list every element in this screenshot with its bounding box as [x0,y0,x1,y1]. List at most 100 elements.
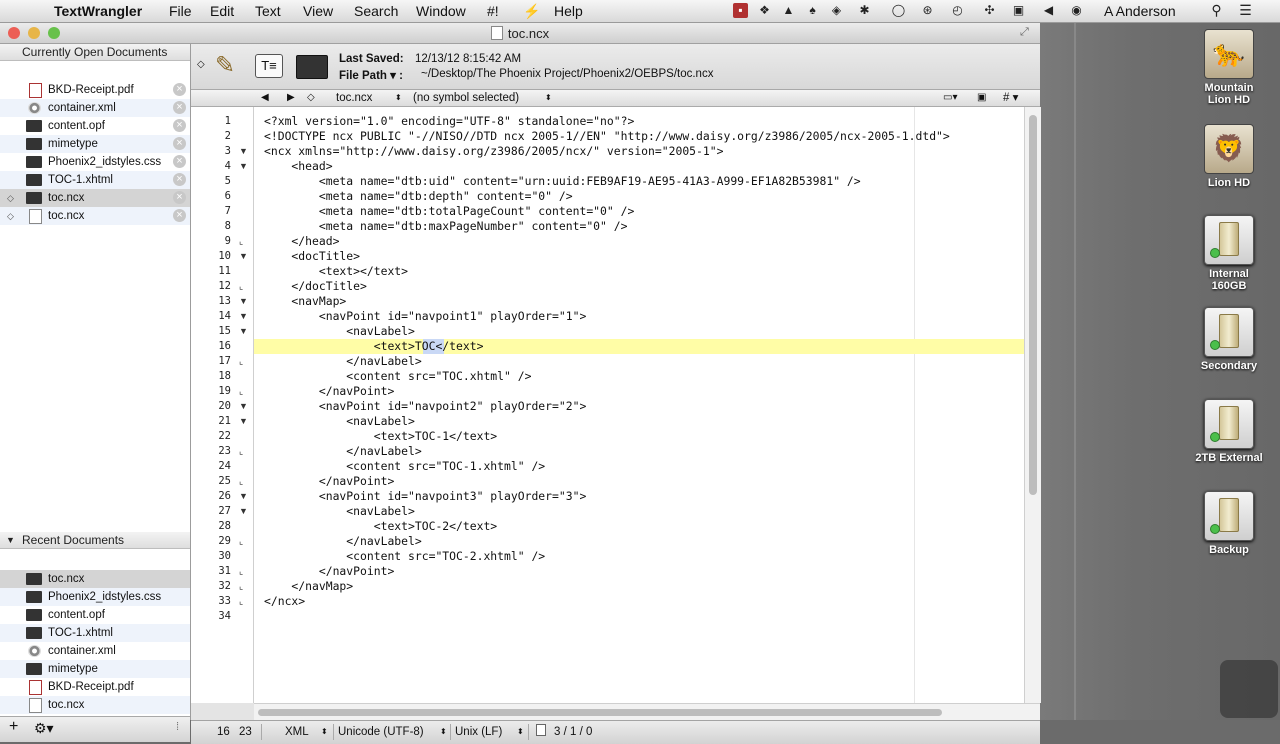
fold-end-icon[interactable]: ⌞ [239,281,243,292]
document-item[interactable]: mimetype × [0,135,190,153]
document-item[interactable]: content.opf × [0,117,190,135]
fold-open-icon[interactable]: ▼ [239,251,248,261]
document-item[interactable]: Phoenix2_idstyles.css × [0,153,190,171]
bluetooth-icon[interactable]: ✣ [982,3,997,18]
language-popup[interactable]: XML ⬍ [285,721,328,743]
menu-window[interactable]: Window [416,3,466,19]
fold-end-icon[interactable]: ⌞ [239,566,243,577]
forward-arrow-icon[interactable]: ▶ [287,90,295,106]
resize-handle-icon[interactable]: ⁞ [176,721,179,733]
fold-end-icon[interactable]: ⌞ [239,536,243,547]
user-menu[interactable]: A Anderson [1104,3,1176,19]
scroll-thumb[interactable] [258,709,942,716]
fold-open-icon[interactable]: ▼ [239,416,248,426]
document-item[interactable]: BKD-Receipt.pdf × [0,81,190,99]
notification-center-icon[interactable]: ☰ [1238,3,1253,18]
document-item[interactable]: toc.ncx [0,696,190,714]
back-arrow-icon[interactable]: ◀ [261,90,269,106]
fold-end-icon[interactable]: ⌞ [239,596,243,607]
menu-help[interactable]: Help [554,3,583,19]
vertical-scrollbar[interactable] [1024,107,1041,703]
disclosure-triangle-icon[interactable]: ▼ [6,532,15,548]
accessibility-icon[interactable]: ⊛ [920,3,935,18]
menu-edit[interactable]: Edit [210,3,234,19]
desktop-icon-2tb-external[interactable]: 2TB External [1189,399,1269,464]
document-item[interactable]: container.xml × [0,99,190,117]
fold-end-icon[interactable]: ⌞ [239,476,243,487]
time-machine-icon[interactable]: ◴ [950,3,965,18]
document-item[interactable]: content.opf [0,606,190,624]
document-item[interactable]: BKD-Receipt.pdf [0,678,190,696]
document-item[interactable]: mimetype [0,660,190,678]
fold-open-icon[interactable]: ▼ [239,311,248,321]
fullscreen-icon[interactable]: ⤢ [1020,26,1029,39]
document-item[interactable]: toc.ncx [0,570,190,588]
text-editor[interactable]: <?xml version="1.0" encoding="UTF-8" sta… [254,107,1024,703]
close-document-icon[interactable]: × [173,119,186,132]
document-item[interactable]: TOC-1.xhtml × [0,171,190,189]
add-icon[interactable]: + [9,718,18,736]
fold-end-icon[interactable]: ⌞ [239,446,243,457]
document-item[interactable]: container.xml [0,642,190,660]
sync-icon[interactable]: ◉ [1069,3,1084,18]
close-document-icon[interactable]: × [173,137,186,150]
close-document-icon[interactable]: × [173,191,186,204]
desktop-icon-lion-hd[interactable]: 🦁 Lion HD [1189,124,1269,189]
desktop-icon-backup[interactable]: Backup [1189,491,1269,556]
menu-search[interactable]: Search [354,3,398,19]
title-bar[interactable]: toc.ncx ⤢ [0,23,1040,44]
fold-open-icon[interactable]: ▼ [239,161,248,171]
document-item[interactable]: ◇ toc.ncx × [0,207,190,225]
fold-open-icon[interactable]: ▼ [239,146,248,156]
dropbox-icon[interactable]: ❖ [757,3,772,18]
message-icon[interactable]: ◯ [891,3,906,18]
menu-scripts[interactable]: #! [487,3,499,19]
file-path-label[interactable]: File Path ▾ : [339,68,403,82]
scroll-thumb[interactable] [1029,115,1037,495]
encoding-popup[interactable]: Unicode (UTF-8) ⬍ [338,721,448,743]
desktop-icon-internal-160gb[interactable]: Internal 160GB [1189,215,1269,292]
close-document-icon[interactable]: × [173,83,186,96]
document-proxy-icon[interactable] [490,26,503,40]
recent-documents-header[interactable]: ▼ Recent Documents [0,532,190,549]
text-options-icon[interactable]: T≡ [255,54,283,78]
screen-icon[interactable]: ▣ [1011,3,1026,18]
fold-open-icon[interactable]: ▼ [239,506,248,516]
volume-icon[interactable]: ◀ [1041,3,1056,18]
close-document-icon[interactable]: × [173,101,186,114]
fold-open-icon[interactable]: ▼ [239,491,248,501]
document-item[interactable]: Phoenix2_idstyles.css [0,588,190,606]
menu-file[interactable]: File [169,3,192,19]
fold-open-icon[interactable]: ▼ [239,326,248,336]
markers-popup[interactable]: # ▾ [1003,90,1018,106]
scripts-menu-icon[interactable]: ⚡ [523,3,540,20]
close-document-icon[interactable]: × [173,173,186,186]
horizontal-scrollbar[interactable] [254,703,1040,720]
fold-open-icon[interactable]: ▼ [239,296,248,306]
menu-view[interactable]: View [303,3,333,19]
shield-icon[interactable]: ◈ [829,3,844,18]
fold-end-icon[interactable]: ⌞ [239,386,243,397]
pencil-icon[interactable]: ✎ [215,51,235,80]
window-icon[interactable]: ▣ [977,90,986,106]
document-stats[interactable]: 3 / 1 / 0 [536,721,592,743]
line-endings-popup[interactable]: Unix (LF) ⬍ [455,721,525,743]
menu-text[interactable]: Text [255,3,281,19]
desktop-icon-secondary[interactable]: Secondary [1189,307,1269,372]
fold-end-icon[interactable]: ⌞ [239,236,243,247]
close-document-icon[interactable]: × [173,209,186,222]
record-icon[interactable]: ▪ [733,3,748,18]
fold-end-icon[interactable]: ⌞ [239,581,243,592]
spotlight-search-icon[interactable]: ⚲ [1209,3,1224,18]
fold-open-icon[interactable]: ▼ [239,401,248,411]
close-document-icon[interactable]: × [173,155,186,168]
notification-icon[interactable]: ♠ [805,3,820,18]
app-menu[interactable]: TextWrangler [54,3,142,19]
document-item[interactable]: ◇ toc.ncx × [0,189,190,207]
document-item[interactable]: TOC-1.xhtml [0,624,190,642]
desktop-icon-mountain-lion-hd[interactable]: 🐆 Mountain Lion HD [1189,29,1269,106]
document-type-icon[interactable] [296,55,328,79]
drive-icon[interactable]: ▲ [781,3,796,18]
split-view-icon[interactable]: ▭▾ [943,90,957,106]
gear-menu-icon[interactable]: ⚙▾ [34,720,54,737]
